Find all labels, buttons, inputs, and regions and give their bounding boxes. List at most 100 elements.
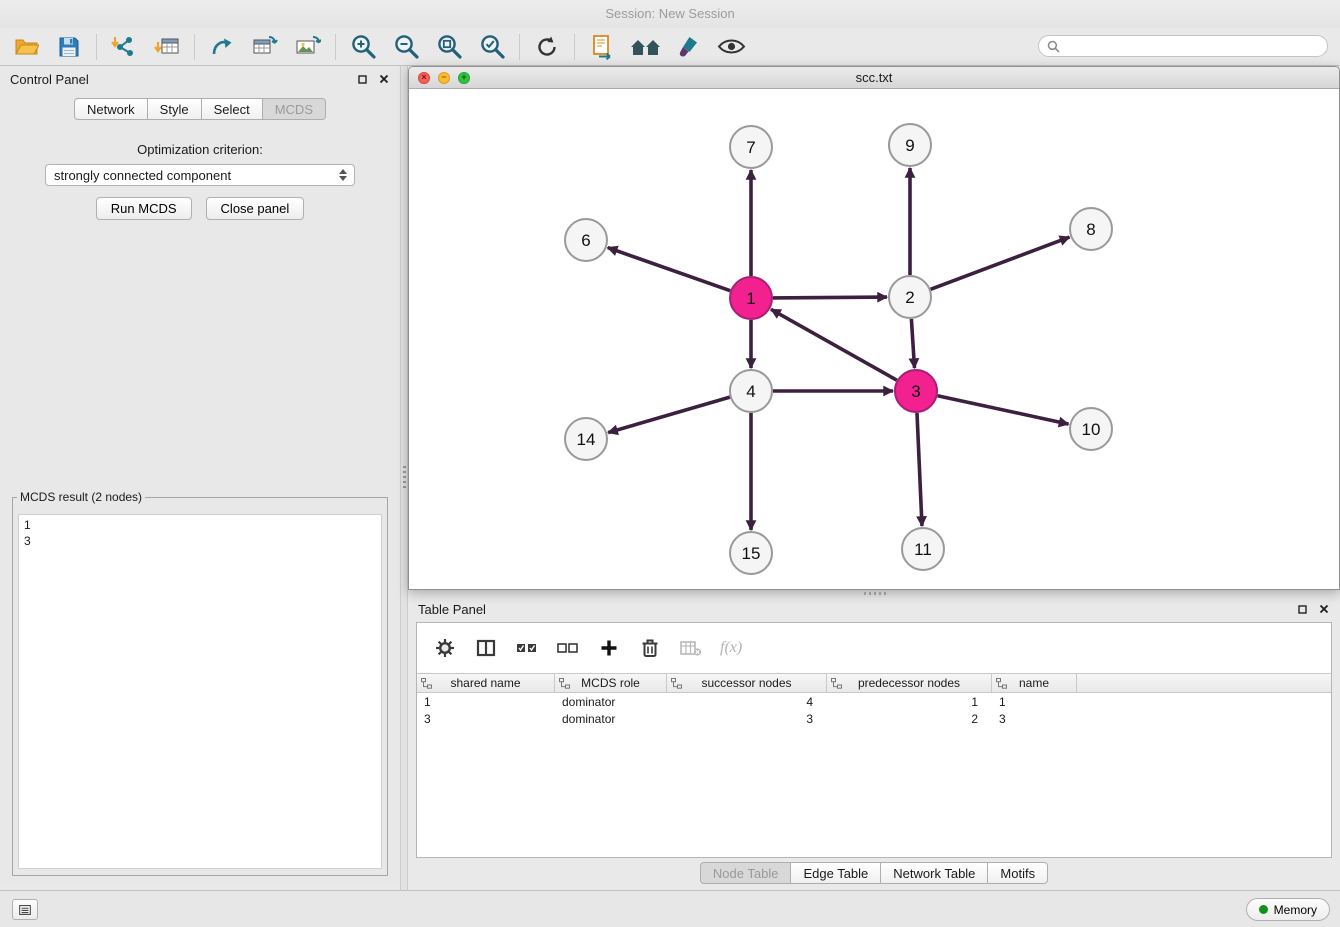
table-cell[interactable]: 1 xyxy=(827,695,992,709)
tab-select[interactable]: Select xyxy=(202,98,263,120)
graph-node-10[interactable]: 10 xyxy=(1070,408,1112,450)
network-graph[interactable]: 7 9 6 8 1 2 4 3 14 10 15 11 xyxy=(409,89,1339,590)
close-panel-icon[interactable] xyxy=(1318,603,1330,615)
app-title: Session: New Session xyxy=(605,6,734,21)
table-cell[interactable]: 2 xyxy=(827,712,992,726)
save-session-icon[interactable] xyxy=(53,32,85,62)
graph-edge-2-8[interactable] xyxy=(931,237,1070,289)
function-builder-icon: f(x) xyxy=(720,639,742,657)
graph-node-14[interactable]: 14 xyxy=(565,418,607,460)
graph-edge-4-14[interactable] xyxy=(608,397,730,433)
delete-column-trash-icon[interactable] xyxy=(638,636,662,660)
svg-text:4: 4 xyxy=(746,382,755,401)
network-window-title: scc.txt xyxy=(409,70,1339,85)
zoom-selected-icon[interactable] xyxy=(476,32,508,62)
maximize-window-icon[interactable] xyxy=(458,72,470,84)
column-header-shared-name[interactable]: shared name xyxy=(417,674,555,692)
svg-text:10: 10 xyxy=(1082,420,1101,439)
import-network-icon[interactable] xyxy=(108,32,140,62)
new-network-icon[interactable] xyxy=(206,32,238,62)
table-row[interactable]: 1dominator411 xyxy=(417,693,1331,710)
add-column-icon[interactable] xyxy=(597,636,621,660)
zoom-in-icon[interactable] xyxy=(347,32,379,62)
app-titlebar: Session: New Session xyxy=(0,0,1340,28)
table-cell[interactable]: 1 xyxy=(992,695,1077,709)
mcds-buttons-row: Run MCDS Close panel xyxy=(0,197,400,220)
tab-node-table[interactable]: Node Table xyxy=(700,862,792,884)
close-panel-icon[interactable] xyxy=(378,73,390,85)
column-header-predecessor-nodes[interactable]: predecessor nodes xyxy=(827,674,992,692)
table-cell[interactable]: 1 xyxy=(417,695,555,709)
memory-button[interactable]: Memory xyxy=(1246,898,1330,921)
graph-edge-1-2[interactable] xyxy=(773,297,887,298)
graph-node-1[interactable]: 1 xyxy=(730,277,772,319)
column-sort-icon xyxy=(421,678,432,689)
tab-network-table[interactable]: Network Table xyxy=(881,862,988,884)
float-panel-icon[interactable] xyxy=(356,73,368,85)
table-row[interactable]: 3dominator323 xyxy=(417,710,1331,727)
table-cell[interactable]: 4 xyxy=(667,695,827,709)
tab-mcds[interactable]: MCDS xyxy=(263,98,326,120)
memory-label: Memory xyxy=(1274,903,1317,917)
graph-edge-1-6[interactable] xyxy=(608,248,731,291)
toolbar-separator xyxy=(96,34,97,60)
svg-text:7: 7 xyxy=(746,138,755,157)
column-header-successor-nodes[interactable]: successor nodes xyxy=(667,674,827,692)
table-cell[interactable]: dominator xyxy=(555,712,667,726)
graph-node-7[interactable]: 7 xyxy=(730,126,772,168)
graph-node-6[interactable]: 6 xyxy=(565,219,607,261)
tab-style[interactable]: Style xyxy=(148,98,202,120)
graph-edge-3-11[interactable] xyxy=(917,413,922,526)
table-cell[interactable]: dominator xyxy=(555,695,667,709)
graph-edge-3-1[interactable] xyxy=(771,309,897,380)
search-input[interactable] xyxy=(1065,36,1327,56)
deselect-all-rows-icon[interactable] xyxy=(556,636,580,660)
vertical-splitter[interactable] xyxy=(400,66,408,890)
refresh-icon[interactable] xyxy=(531,32,563,62)
graph-node-2[interactable]: 2 xyxy=(889,276,931,318)
column-header-name[interactable]: name xyxy=(992,674,1077,692)
show-columns-icon[interactable] xyxy=(474,636,498,660)
close-panel-button[interactable]: Close panel xyxy=(206,197,305,220)
run-mcds-button[interactable]: Run MCDS xyxy=(96,197,192,220)
graph-node-8[interactable]: 8 xyxy=(1070,208,1112,250)
export-table-icon[interactable] xyxy=(249,32,281,62)
graph-node-4[interactable]: 4 xyxy=(730,370,772,412)
clone-network-icon[interactable] xyxy=(586,32,618,62)
criterion-select[interactable]: strongly connected component xyxy=(45,164,355,186)
splitter-grip xyxy=(403,466,406,488)
table-cell[interactable]: 3 xyxy=(992,712,1077,726)
column-sort-icon xyxy=(671,678,682,689)
apply-style-icon[interactable] xyxy=(672,32,704,62)
open-session-icon[interactable] xyxy=(10,32,42,62)
select-all-rows-icon[interactable] xyxy=(515,636,539,660)
graph-node-11[interactable]: 11 xyxy=(902,528,944,570)
svg-text:3: 3 xyxy=(911,382,920,401)
graph-node-15[interactable]: 15 xyxy=(730,532,772,574)
column-header-MCDS-role[interactable]: MCDS role xyxy=(555,674,667,692)
export-image-icon[interactable] xyxy=(292,32,324,62)
tab-network[interactable]: Network xyxy=(74,98,148,120)
table-cell[interactable]: 3 xyxy=(667,712,827,726)
tab-motifs[interactable]: Motifs xyxy=(988,862,1048,884)
close-window-icon[interactable] xyxy=(418,72,430,84)
network-window-titlebar[interactable]: scc.txt xyxy=(409,67,1339,89)
panel-toggle-button[interactable] xyxy=(12,899,38,920)
graph-edge-3-10[interactable] xyxy=(938,396,1069,424)
zoom-out-icon[interactable] xyxy=(390,32,422,62)
table-settings-gear-icon[interactable] xyxy=(433,636,457,660)
show-details-eye-icon[interactable] xyxy=(715,32,747,62)
import-table-icon[interactable] xyxy=(151,32,183,62)
tab-edge-table[interactable]: Edge Table xyxy=(791,862,881,884)
float-panel-icon[interactable] xyxy=(1296,603,1308,615)
table-cell[interactable]: 3 xyxy=(417,712,555,726)
column-sort-icon xyxy=(559,678,570,689)
graph-node-3[interactable]: 3 xyxy=(895,370,937,412)
mcds-result-list[interactable]: 1 3 xyxy=(18,514,382,869)
table-header-row: shared nameMCDS rolesuccessor nodesprede… xyxy=(417,673,1331,693)
graph-node-9[interactable]: 9 xyxy=(889,124,931,166)
graph-edge-2-3[interactable] xyxy=(911,319,914,368)
zoom-fit-icon[interactable] xyxy=(433,32,465,62)
minimize-window-icon[interactable] xyxy=(438,72,450,84)
home-icon[interactable] xyxy=(629,32,661,62)
